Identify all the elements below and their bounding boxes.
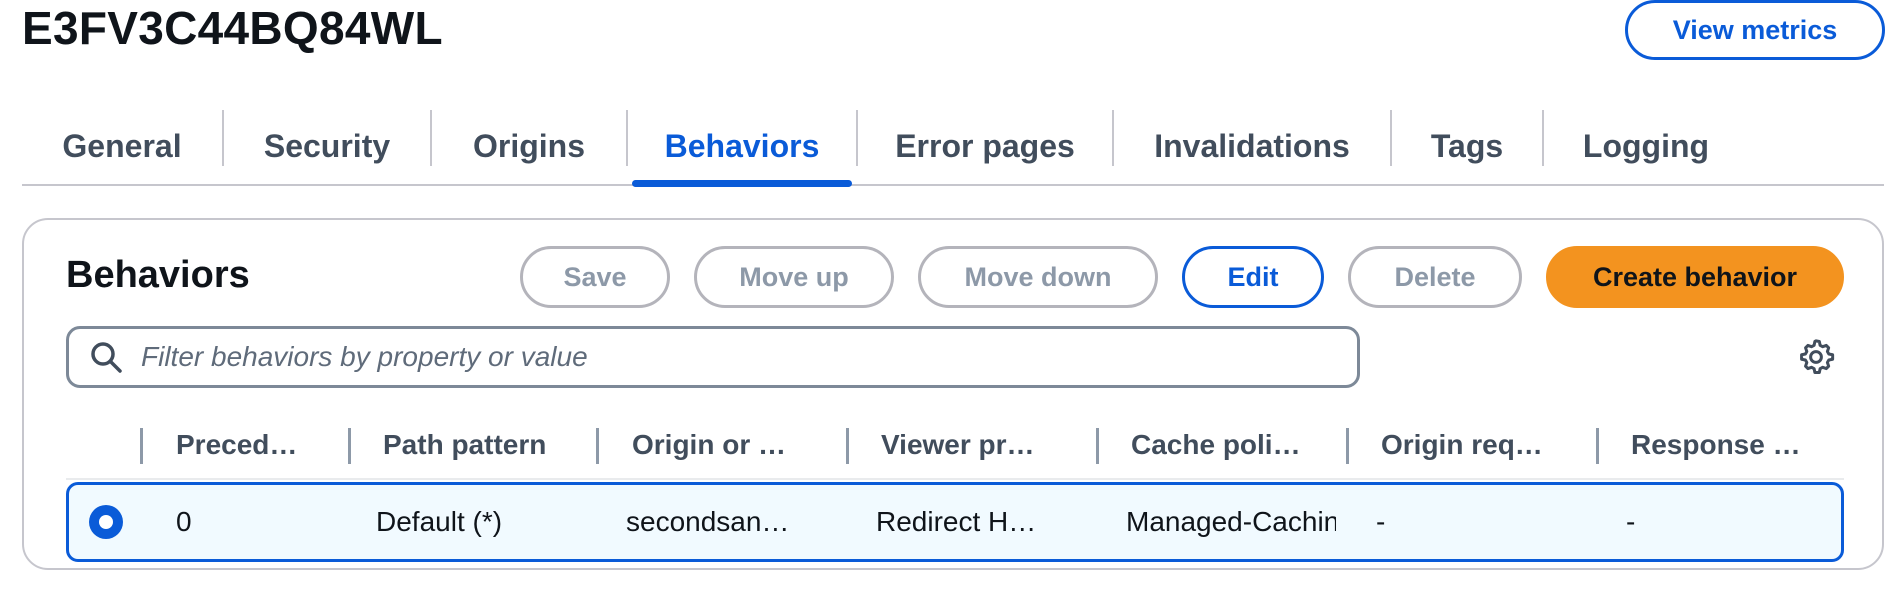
tab-security[interactable]: Security	[224, 108, 430, 184]
cell-origin-request: -	[1376, 506, 1386, 537]
radio-dot	[99, 515, 113, 529]
gear-icon[interactable]	[1797, 338, 1835, 376]
column-resizer[interactable]	[348, 428, 351, 464]
filter-behaviors-input[interactable]	[141, 341, 1321, 373]
filter-search-box[interactable]	[66, 326, 1360, 388]
cloudfront-distribution-page: E3FV3C44BQ84WL View metrics General Secu…	[0, 0, 1904, 602]
view-metrics-button[interactable]: View metrics	[1625, 0, 1885, 60]
cell-path-pattern: Default (*)	[376, 506, 503, 537]
delete-button[interactable]: Delete	[1348, 246, 1522, 308]
row-radio-selected[interactable]	[89, 505, 123, 539]
tab-origins[interactable]: Origins	[432, 108, 626, 184]
move-up-button[interactable]: Move up	[694, 246, 894, 308]
tab-logging[interactable]: Logging	[1544, 108, 1748, 184]
cell-viewer-protocol: Redirect H…	[876, 506, 1037, 537]
tab-tags[interactable]: Tags	[1392, 108, 1542, 184]
search-icon	[89, 340, 123, 374]
column-header-response[interactable]: Response …	[1631, 414, 1831, 476]
column-resizer[interactable]	[846, 428, 849, 464]
column-header-viewer-protocol[interactable]: Viewer pr…	[881, 414, 1071, 476]
move-down-button[interactable]: Move down	[918, 246, 1158, 308]
cell-response: -	[1626, 506, 1636, 537]
cell-precedence: 0	[176, 506, 192, 537]
tab-general[interactable]: General	[22, 108, 222, 184]
table-row[interactable]: 0 Default (*) secondsan… Redirect H… Man…	[66, 482, 1844, 562]
save-button[interactable]: Save	[520, 246, 670, 308]
behaviors-container: Behaviors Save Move up Move down Edit De…	[22, 218, 1884, 570]
column-resizer[interactable]	[1346, 428, 1349, 464]
tab-behaviors[interactable]: Behaviors	[628, 108, 856, 187]
column-header-origin-request[interactable]: Origin req…	[1381, 414, 1571, 476]
column-resizer[interactable]	[140, 428, 143, 464]
column-resizer[interactable]	[1596, 428, 1599, 464]
behaviors-heading: Behaviors	[66, 254, 250, 296]
cell-origin: secondsan…	[626, 506, 790, 537]
tab-bar: General Security Origins Behaviors Error…	[22, 108, 1884, 187]
cell-cache-policy: Managed-Cachin	[1126, 506, 1336, 537]
tab-invalidations[interactable]: Invalidations	[1114, 108, 1390, 184]
column-header-path-pattern[interactable]: Path pattern	[383, 414, 573, 476]
column-header-origin[interactable]: Origin or …	[632, 414, 812, 476]
create-behavior-button[interactable]: Create behavior	[1546, 246, 1844, 308]
column-header-precedence[interactable]: Preced…	[176, 414, 338, 476]
tab-error-pages[interactable]: Error pages	[858, 108, 1112, 184]
edit-button[interactable]: Edit	[1182, 246, 1324, 308]
column-resizer[interactable]	[596, 428, 599, 464]
behaviors-table-header: Preced… Path pattern Origin or … Viewer …	[66, 414, 1844, 480]
column-header-cache-policy[interactable]: Cache poli…	[1131, 414, 1321, 476]
distribution-id-title: E3FV3C44BQ84WL	[22, 2, 443, 54]
column-resizer[interactable]	[1096, 428, 1099, 464]
